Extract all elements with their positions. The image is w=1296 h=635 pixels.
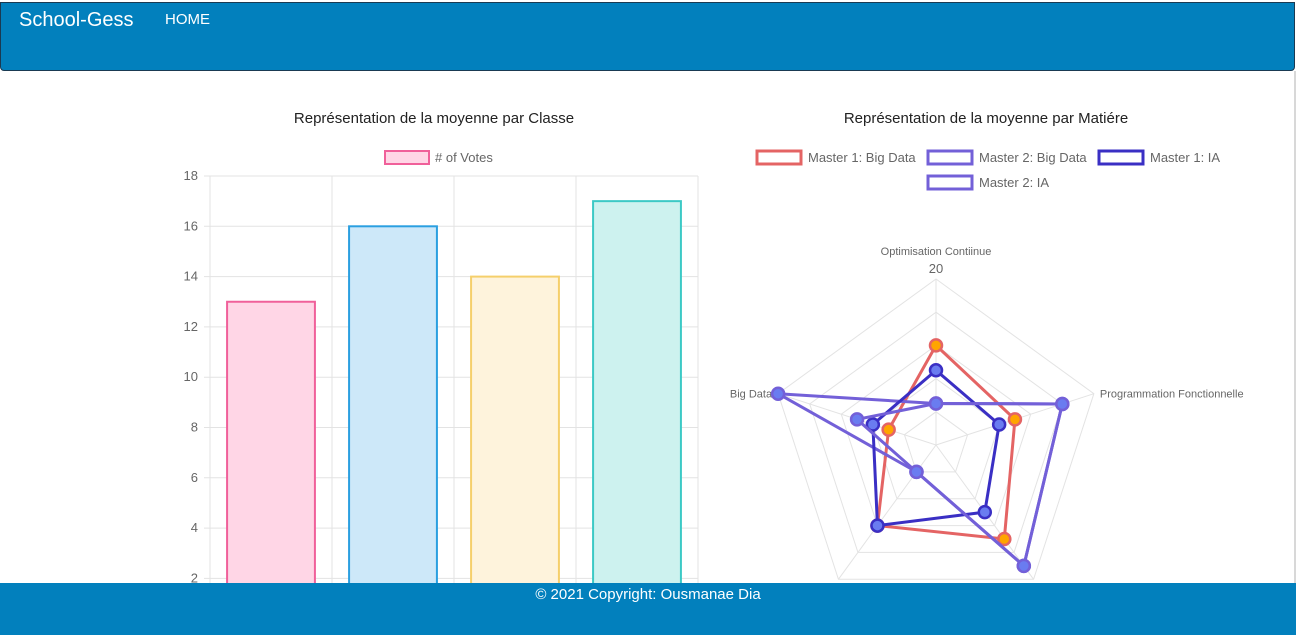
radar-point xyxy=(977,504,993,520)
y-tick-label: 16 xyxy=(184,218,198,233)
y-tick-label: 12 xyxy=(184,319,198,334)
legend-swatch xyxy=(1097,149,1145,166)
legend-swatch xyxy=(926,149,974,166)
radar-point xyxy=(849,412,865,427)
radar-point xyxy=(991,417,1007,432)
bar xyxy=(592,200,682,583)
footer-copyright: © 2021 Copyright: Ousmanae Dia xyxy=(535,586,761,603)
radar-point xyxy=(870,518,885,533)
footer: © 2021 Copyright: Ousmanae Dia xyxy=(0,583,1296,635)
legend-label: Master 2: IA xyxy=(979,175,1049,190)
legend-swatch xyxy=(926,174,974,191)
legend-swatch xyxy=(755,149,803,166)
radar-point xyxy=(928,396,944,411)
radar-point xyxy=(928,338,944,353)
legend-label: Master 1: Big Data xyxy=(808,150,916,165)
y-tick-label: 2 xyxy=(191,570,198,583)
legend-label: # of Votes xyxy=(435,150,493,165)
charts-canvas: 2 4 6 8 10 12 14 16 18 # of Votes 20 Optimisation C… xyxy=(184,149,1244,583)
radar-axis-label: Big Data xyxy=(730,389,773,401)
radar-point xyxy=(928,363,944,378)
radar-spoke xyxy=(838,444,937,580)
radar-point xyxy=(1007,412,1023,427)
y-tick-label: 10 xyxy=(184,369,198,384)
bar xyxy=(348,225,438,583)
legend-label: Master 1: IA xyxy=(1150,150,1220,165)
radar-point xyxy=(909,464,924,480)
radar-axis-label: Programmation Fonctionnelle xyxy=(1100,389,1244,401)
legend-swatch xyxy=(384,150,430,165)
bar xyxy=(226,300,316,583)
y-tick-label: 4 xyxy=(191,520,198,535)
radar-point xyxy=(1055,396,1070,412)
radar-point xyxy=(770,386,786,401)
y-tick-label: 6 xyxy=(191,470,198,485)
legend-label: Master 2: Big Data xyxy=(979,150,1087,165)
y-tick-label: 14 xyxy=(184,269,198,284)
y-tick-label: 8 xyxy=(191,420,198,435)
bar xyxy=(470,275,560,583)
radar-point xyxy=(881,422,896,437)
radar-scale-tick: 20 xyxy=(929,261,943,276)
radar-axis-label: Optimisation Contiinue xyxy=(881,246,992,258)
radar-point xyxy=(1016,558,1032,574)
y-tick-label: 18 xyxy=(184,168,198,183)
